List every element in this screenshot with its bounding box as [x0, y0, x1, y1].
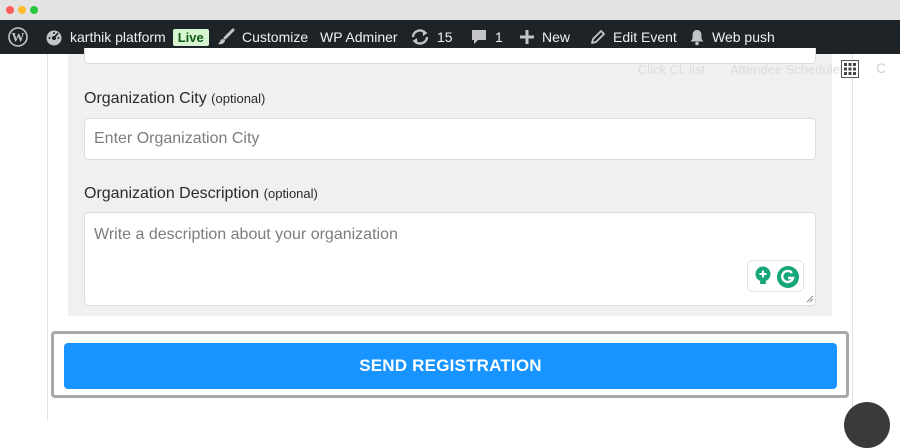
edge-partial-icon: C [876, 60, 887, 76]
updates-refresh-icon [411, 29, 429, 45]
customize-label: Customize [242, 29, 309, 45]
org-city-input[interactable]: Enter Organization City [84, 118, 816, 160]
pencil-icon [591, 29, 605, 44]
close-window-dot[interactable] [6, 6, 14, 14]
dashboard-gauge-icon [46, 30, 62, 46]
previous-field-bottom[interactable] [84, 48, 816, 64]
svg-text:W: W [12, 30, 25, 45]
wordpress-icon: W [8, 27, 28, 47]
qr-grid-icon[interactable] [841, 60, 859, 78]
org-description-textarea[interactable]: Write a description about your organizat… [84, 212, 816, 306]
floating-action-button[interactable] [844, 402, 890, 448]
updates-count: 15 [437, 29, 453, 45]
bell-icon [690, 30, 704, 46]
grammarly-g-icon [777, 266, 799, 288]
ghost-toolbar-text-left: Click Cl. list [638, 62, 706, 77]
grammarly-widget[interactable] [747, 260, 804, 292]
ghost-toolbar-text-right: Attendee Scheduler [730, 62, 845, 77]
zoom-window-dot[interactable] [30, 6, 38, 14]
org-city-optional: (optional) [211, 91, 266, 106]
textarea-resize-handle-icon[interactable] [806, 295, 814, 303]
grammarly-lightbulb-icon [755, 266, 771, 284]
minimize-window-dot[interactable] [18, 6, 26, 14]
site-name-label: karthik platform [70, 29, 166, 45]
org-city-label: Organization City (optional) [84, 90, 265, 108]
org-description-placeholder: Write a description about your organizat… [94, 226, 398, 243]
org-description-label: Organization Description (optional) [84, 185, 318, 203]
org-description-label-text: Organization Description [84, 185, 260, 202]
wordpress-logo-menu[interactable]: W [8, 20, 28, 54]
browser-chrome [0, 0, 900, 20]
paintbrush-icon [218, 28, 235, 45]
comment-bubble-icon [472, 30, 486, 44]
web-push-label: Web push [712, 29, 775, 45]
send-registration-button[interactable]: SEND REGISTRATION [64, 343, 837, 389]
send-registration-label: SEND REGISTRATION [359, 356, 542, 375]
org-city-placeholder: Enter Organization City [94, 130, 260, 147]
live-status-badge: Live [172, 28, 209, 46]
wp-adminer-label: WP Adminer [320, 29, 398, 45]
comments-count: 1 [495, 29, 503, 45]
page-content: Click Cl. list Attendee Scheduler C Orga… [0, 48, 900, 448]
edit-event-label: Edit Event [613, 29, 677, 45]
org-description-optional: (optional) [263, 186, 318, 201]
new-label: New [542, 29, 571, 45]
org-city-label-text: Organization City [84, 90, 207, 107]
plus-icon [520, 30, 534, 44]
